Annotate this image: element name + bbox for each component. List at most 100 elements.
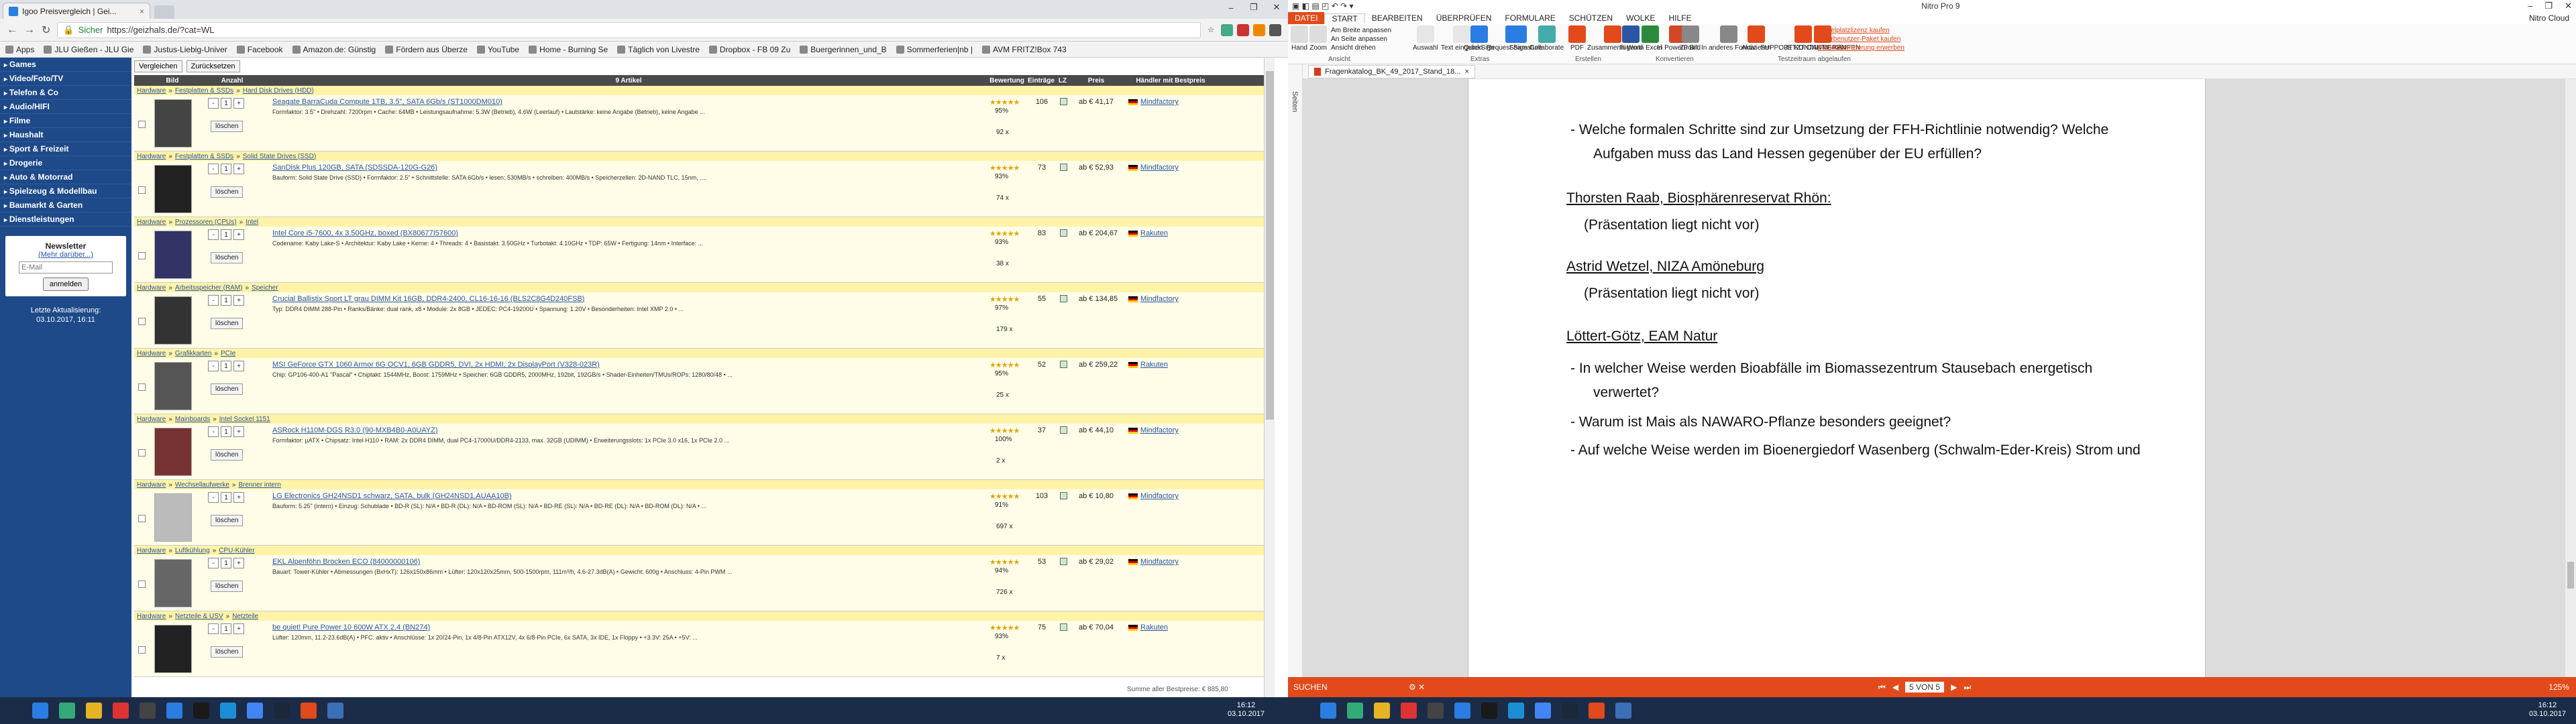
- sidebar-category[interactable]: Dienstleistungen: [0, 213, 131, 227]
- best-price[interactable]: ab € 41,17: [1079, 98, 1114, 106]
- rating-count[interactable]: 179 x: [996, 326, 1012, 333]
- best-dealer[interactable]: Rakuten: [1128, 229, 1168, 237]
- delete-button[interactable]: löschen: [211, 581, 244, 592]
- product-title[interactable]: be quiet! Pure Power 10 600W ATX 2.4 (BN…: [272, 623, 430, 631]
- increment-button[interactable]: +: [233, 164, 244, 174]
- product-title[interactable]: Crucial Ballistix Sport LT grau DIMM Kit…: [272, 295, 584, 303]
- ribbon-button[interactable]: Zoom: [1309, 25, 1327, 52]
- best-price[interactable]: ab € 52,93: [1079, 164, 1114, 172]
- decrement-button[interactable]: -: [208, 492, 219, 503]
- settings-icon[interactable]: ⚙ ✕: [1409, 682, 1425, 692]
- breadcrumb-link[interactable]: Intel Sockel 1151: [219, 416, 270, 423]
- best-dealer[interactable]: Rakuten: [1128, 361, 1168, 369]
- close-window-icon[interactable]: ✕: [1265, 0, 1288, 15]
- delete-button[interactable]: löschen: [211, 646, 244, 658]
- quantity-value[interactable]: 1: [221, 492, 231, 503]
- extension-icon[interactable]: [1237, 23, 1249, 36]
- bookmark-item[interactable]: Buergerinnen_und_B: [800, 45, 887, 54]
- quantity-value[interactable]: 1: [221, 558, 231, 568]
- breadcrumb-link[interactable]: Hardware: [137, 87, 166, 95]
- reset-button[interactable]: Zurücksetzen: [186, 60, 240, 72]
- breadcrumb-link[interactable]: Hardware: [137, 284, 166, 292]
- browser-tab[interactable]: Igoo Preisvergleich | Gei... ×: [3, 3, 150, 19]
- breadcrumb-link[interactable]: Speicher: [252, 284, 278, 292]
- ribbon-button[interactable]: Share: [1509, 25, 1527, 52]
- bookmark-item[interactable]: Justus-Liebig-Univer: [143, 45, 227, 54]
- rating-count[interactable]: 726 x: [996, 589, 1012, 596]
- extension-icon[interactable]: [1221, 23, 1233, 36]
- taskbar-app-icon[interactable]: [1583, 697, 1610, 724]
- document-scrollbar[interactable]: [2565, 79, 2576, 677]
- product-image[interactable]: [154, 362, 192, 410]
- view-option[interactable]: An Seite anpassen: [1331, 36, 1387, 43]
- search-label[interactable]: SUCHEN: [1288, 682, 1409, 692]
- delete-button[interactable]: löschen: [211, 252, 244, 263]
- lz-checkbox[interactable]: [1060, 98, 1067, 105]
- bookmark-item[interactable]: Apps: [5, 45, 34, 54]
- taskbar-app-icon[interactable]: [1529, 697, 1556, 724]
- breadcrumb-link[interactable]: Brenner intern: [238, 481, 280, 489]
- breadcrumb-link[interactable]: Hardware: [137, 481, 166, 489]
- quantity-value[interactable]: 1: [221, 164, 231, 174]
- ribbon-tab-überprüfen[interactable]: ÜBERPRÜFEN: [1430, 13, 1499, 23]
- breadcrumb-link[interactable]: Netzteile: [232, 613, 258, 620]
- best-price[interactable]: ab € 259,22: [1079, 361, 1118, 369]
- taskbar-app-icon[interactable]: [161, 697, 188, 724]
- decrement-button[interactable]: -: [208, 558, 219, 568]
- sidebar-category[interactable]: Auto & Motorrad: [0, 170, 131, 184]
- quantity-value[interactable]: 1: [221, 295, 231, 306]
- lz-checkbox[interactable]: [1060, 164, 1067, 171]
- ribbon-button[interactable]: Collaborate: [1529, 25, 1564, 52]
- taskbar-app-icon[interactable]: [268, 697, 295, 724]
- product-image[interactable]: [154, 99, 192, 147]
- user-account[interactable]: Nitro Cloud: [2522, 13, 2576, 23]
- row-checkbox[interactable]: [138, 318, 146, 325]
- page-scrollbar[interactable]: [1264, 58, 1275, 697]
- sidebar-category[interactable]: Haushalt: [0, 128, 131, 142]
- increment-button[interactable]: +: [233, 558, 244, 568]
- forward-icon[interactable]: →: [24, 24, 35, 36]
- view-option[interactable]: Ansicht drehen: [1331, 44, 1376, 52]
- quantity-value[interactable]: 1: [221, 98, 231, 109]
- bookmark-item[interactable]: Facebook: [236, 45, 283, 54]
- increment-button[interactable]: +: [233, 229, 244, 240]
- taskbar-app-icon[interactable]: [80, 697, 107, 724]
- close-window-icon[interactable]: ✕: [2565, 1, 2572, 11]
- newsletter-more-link[interactable]: (Mehr darüber...): [11, 251, 121, 259]
- rating-count[interactable]: 25 x: [996, 391, 1009, 399]
- bookmark-item[interactable]: Fördern aus Überze: [385, 45, 468, 54]
- clock-right[interactable]: 16:12 03.10.2017: [2529, 701, 2566, 719]
- product-title[interactable]: LG Electronics GH24NSD1 schwarz, SATA, b…: [272, 492, 512, 500]
- quantity-value[interactable]: 1: [221, 426, 231, 437]
- breadcrumb-link[interactable]: Hard Disk Drives (HDD): [243, 87, 314, 95]
- taskbar-app-icon[interactable]: [322, 697, 349, 724]
- sidebar-category[interactable]: Sport & Freizeit: [0, 142, 131, 156]
- scrollbar-thumb[interactable]: [1266, 71, 1274, 420]
- last-page-icon[interactable]: ⏭: [1964, 682, 1971, 692]
- close-icon[interactable]: ×: [140, 7, 144, 16]
- product-title[interactable]: EKL Alpenföhn Brocken ECO (84000000106): [272, 558, 420, 566]
- best-price[interactable]: ab € 134,85: [1079, 295, 1118, 303]
- taskbar-app-icon[interactable]: [1610, 697, 1637, 724]
- best-dealer[interactable]: Mindfactory: [1128, 164, 1179, 172]
- ribbon-tab-hilfe[interactable]: HILFE: [1662, 13, 1698, 23]
- row-checkbox[interactable]: [138, 121, 146, 128]
- ribbon-tab-start[interactable]: START: [1324, 13, 1365, 23]
- bookmark-item[interactable]: Amazon.de: Günstig: [292, 45, 376, 54]
- best-dealer[interactable]: Rakuten: [1128, 623, 1168, 631]
- lz-checkbox[interactable]: [1060, 229, 1067, 237]
- pages-panel-toggle[interactable]: Seiten: [1288, 64, 1303, 677]
- increment-button[interactable]: +: [233, 361, 244, 371]
- bookmark-item[interactable]: Täglich von Livestre: [617, 45, 700, 54]
- taskbar-app-icon[interactable]: [0, 697, 27, 724]
- rating-count[interactable]: 38 x: [996, 260, 1009, 267]
- column-header-preis[interactable]: Preis: [1072, 77, 1120, 84]
- column-header-bewertung[interactable]: Bewertung: [986, 77, 1028, 84]
- sidebar-category[interactable]: Baumarkt & Garten: [0, 198, 131, 213]
- product-image[interactable]: [154, 493, 192, 542]
- ribbon-button[interactable]: Auswahl: [1413, 25, 1438, 52]
- breadcrumb-link[interactable]: Hardware: [137, 416, 166, 423]
- taskbar-app-icon[interactable]: [241, 697, 268, 724]
- product-image[interactable]: [154, 296, 192, 345]
- breadcrumb-link[interactable]: Wechsellaufwerke: [175, 481, 229, 489]
